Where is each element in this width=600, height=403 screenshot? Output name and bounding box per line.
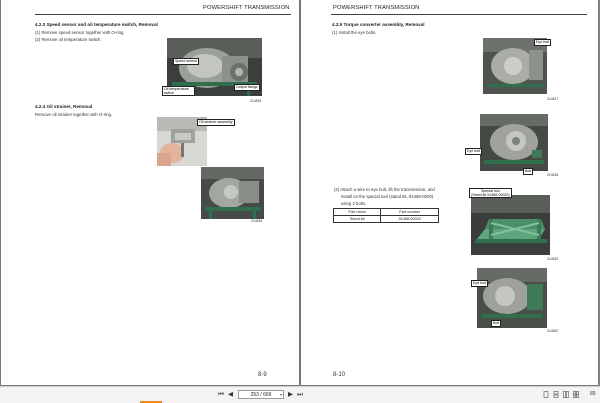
section-title: 4.2.4 Oil strainer, Removal	[35, 104, 93, 109]
callout-label: Eye bolt	[471, 280, 488, 287]
figure-number: 214818	[547, 173, 559, 177]
column-header: Part name	[332, 208, 382, 216]
table-header-row: Part name Part number	[332, 208, 439, 216]
callout-label: Speed sensor	[173, 58, 200, 65]
right-page: POWERSHIFT TRANSMISSION 4.2.5 Torque con…	[301, 0, 598, 385]
two-page-icon[interactable]	[563, 391, 569, 398]
callout-label: Bolt	[491, 320, 502, 327]
figure-number: 214817	[547, 97, 559, 101]
page-header: POWERSHIFT TRANSMISSION	[333, 5, 420, 11]
figure-number: 214820	[547, 329, 559, 333]
body-text: using 2 bolts.	[341, 201, 367, 206]
body-text: Remove oil strainer together with O-ring…	[35, 112, 113, 117]
page-indicator-input[interactable]: 253 / 669 ▾	[238, 390, 284, 399]
callout-label: Output flange	[234, 84, 260, 91]
stand-kit-photo	[471, 195, 550, 255]
page-header: POWERSHIFT TRANSMISSION	[203, 5, 290, 11]
transmission-photo	[201, 167, 264, 219]
continuous-icon[interactable]	[553, 391, 559, 398]
callout-label: Bolt	[523, 168, 534, 175]
figure-number: 214819	[547, 257, 559, 261]
last-page-icon[interactable]: ⏭	[297, 390, 303, 399]
first-page-icon[interactable]: ⏮	[218, 390, 224, 399]
zoom-level[interactable]: 89	[590, 391, 596, 397]
callout-label: Oil temperature switch	[162, 86, 195, 96]
header-rule	[331, 14, 587, 15]
table-row: Stand kit 91468-00020	[332, 215, 439, 223]
viewer-toolbar: ⏮ ◀ 253 / 669 ▾ ▶ ⏭ 89	[0, 386, 600, 403]
figure-number: 214816	[251, 219, 263, 223]
body-text: install on the special tool (stand kit, …	[341, 194, 434, 199]
transmission-photo	[483, 38, 547, 94]
left-page: POWERSHIFT TRANSMISSION 4.2.3 Speed sens…	[1, 0, 299, 385]
callout-label: Eye bolt	[465, 148, 482, 155]
prev-page-icon[interactable]: ◀	[228, 390, 233, 399]
callout-label: Special tool (Stand kit 91468-00020)	[469, 188, 512, 198]
page-number: 8-9	[258, 372, 267, 378]
figure-number: 214815	[250, 99, 262, 103]
transmission-photo	[477, 268, 547, 328]
callout-line: (Stand kit 91468-00020)	[471, 193, 510, 197]
section-title: 4.2.5 Torque converter assembly, Removal	[332, 22, 425, 27]
page-number: 8-10	[333, 372, 346, 378]
body-text: (1) Remove speed sensor together with O-…	[35, 30, 125, 35]
next-page-icon[interactable]: ▶	[288, 390, 293, 399]
chevron-down-icon[interactable]: ▾	[280, 391, 282, 399]
header-rule	[35, 14, 291, 15]
facing-pages-icon[interactable]	[573, 391, 579, 398]
section-title: 4.2.3 Speed sensor and oil temperature s…	[35, 22, 158, 27]
table-cell: Stand kit	[332, 215, 382, 223]
body-text: (2) Remove oil temperature switch.	[35, 37, 102, 42]
transmission-photo	[480, 114, 548, 171]
callout-label: Eye bolt	[534, 39, 551, 46]
body-text: (2) Attach a wire to eye bolt, lift the …	[334, 187, 435, 192]
column-header: Part number	[380, 208, 439, 216]
table-cell: 91468-00020	[380, 215, 439, 223]
callout-label: Oil strainer assembly	[197, 119, 235, 126]
page-indicator-text: 253 / 669	[250, 392, 272, 398]
parts-table: Part name Part number Stand kit 91468-00…	[332, 208, 439, 223]
single-page-icon[interactable]	[543, 391, 549, 398]
body-text: (1) Install the eye bolts.	[332, 30, 377, 35]
